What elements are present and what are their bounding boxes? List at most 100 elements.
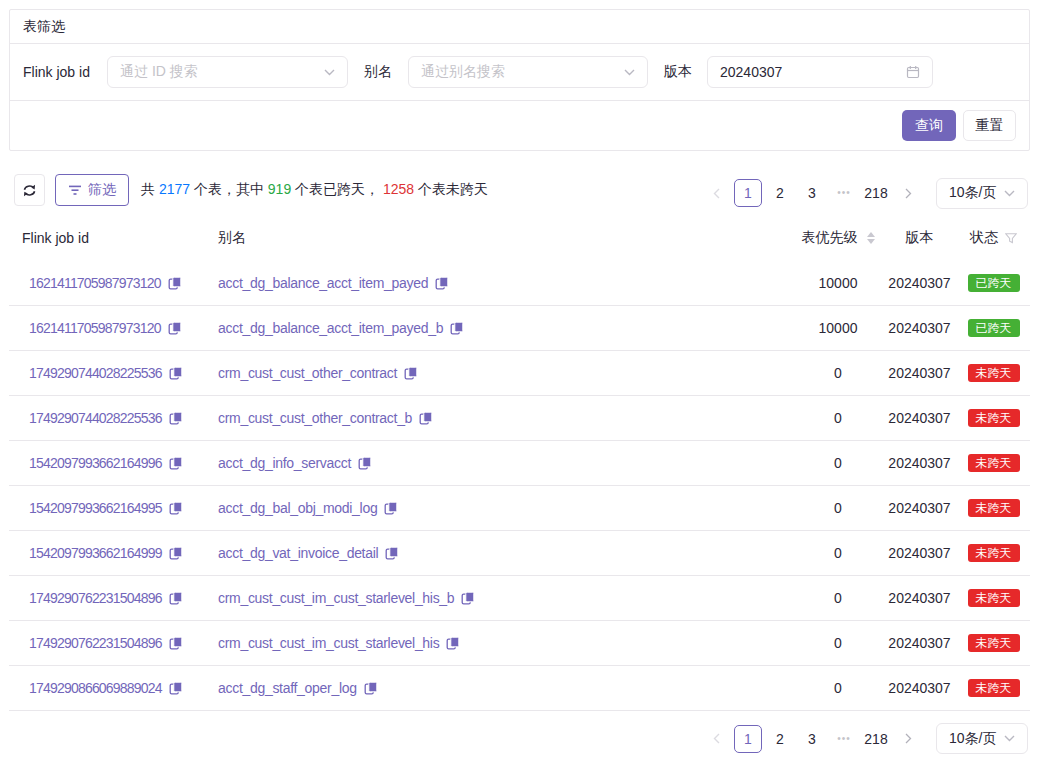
- column-header-alias: 别名: [218, 229, 794, 247]
- copy-icon[interactable]: [435, 276, 449, 290]
- page-button-1[interactable]: 1: [734, 725, 762, 753]
- flink-job-id-link[interactable]: 1749290762231504896: [29, 635, 183, 651]
- table-row: 1621411705987973120 acct_dg_balance_acct…: [9, 306, 1030, 351]
- flink-job-id-link[interactable]: 1542097993662164995: [29, 500, 183, 516]
- version-value: 20240307: [882, 365, 957, 381]
- chevron-down-icon: [324, 69, 335, 76]
- flink-job-id-label: Flink job id: [23, 64, 91, 80]
- page-size-select[interactable]: 10条/页: [936, 723, 1028, 754]
- page-button-last[interactable]: 218: [862, 179, 890, 207]
- copy-icon[interactable]: [169, 636, 183, 650]
- status-badge: 未跨天: [968, 454, 1020, 472]
- chevron-down-icon: [1004, 735, 1015, 742]
- alias-link[interactable]: crm_cust_cust_other_contract_b: [218, 410, 433, 426]
- filter-funnel-icon[interactable]: [1005, 233, 1017, 244]
- alias-label: 别名: [364, 63, 392, 81]
- page-button-2[interactable]: 2: [766, 179, 794, 207]
- next-page-button[interactable]: [894, 179, 922, 207]
- flink-job-id-link[interactable]: 1542097993662164999: [29, 545, 183, 561]
- status-badge: 未跨天: [968, 634, 1020, 652]
- copy-icon[interactable]: [169, 456, 183, 470]
- table-row: 1749290762231504896 crm_cust_cust_im_cus…: [9, 621, 1030, 666]
- page-size-select[interactable]: 10条/页: [936, 178, 1028, 209]
- status-badge: 已跨天: [968, 319, 1020, 337]
- alias-link[interactable]: acct_dg_vat_invoice_detail: [218, 545, 399, 561]
- alias-link[interactable]: acct_dg_bal_obj_modi_log: [218, 500, 398, 516]
- alias-link[interactable]: acct_dg_balance_acct_item_payed_b: [218, 320, 464, 336]
- flink-job-id-link[interactable]: 1749290744028225536: [29, 365, 183, 381]
- next-page-button[interactable]: [894, 725, 922, 753]
- copy-icon[interactable]: [169, 591, 183, 605]
- filter-button[interactable]: 筛选: [55, 174, 129, 206]
- copy-icon[interactable]: [168, 276, 182, 290]
- copy-icon[interactable]: [419, 411, 433, 425]
- refresh-button[interactable]: [14, 174, 45, 206]
- page-button-3[interactable]: 3: [798, 179, 826, 207]
- pagination-bottom: 1 2 3 ••• 218 10条/页: [9, 723, 1028, 754]
- alias-link[interactable]: crm_cust_cust_im_cust_starlevel_his: [218, 635, 460, 651]
- copy-icon[interactable]: [169, 501, 183, 515]
- column-header-status[interactable]: 状态: [957, 229, 1030, 247]
- alias-select[interactable]: 通过别名搜索: [408, 56, 648, 88]
- not-crossed-count: 1258: [383, 181, 414, 197]
- chevron-left-icon: [713, 733, 720, 744]
- copy-icon[interactable]: [404, 366, 418, 380]
- version-value: 20240307: [882, 545, 957, 561]
- copy-icon[interactable]: [461, 591, 475, 605]
- alias-link[interactable]: acct_dg_info_servacct: [218, 455, 372, 471]
- flink-job-id-link[interactable]: 1749290744028225536: [29, 410, 183, 426]
- version-date-input[interactable]: 20240307: [707, 56, 933, 88]
- prev-page-button[interactable]: [702, 725, 730, 753]
- copy-icon[interactable]: [385, 546, 399, 560]
- page-button-3[interactable]: 3: [798, 725, 826, 753]
- status-badge: 已跨天: [968, 274, 1020, 292]
- priority-value: 0: [794, 500, 882, 516]
- copy-icon[interactable]: [169, 366, 183, 380]
- copy-icon[interactable]: [446, 636, 460, 650]
- priority-value: 0: [794, 545, 882, 561]
- search-button[interactable]: 查询: [902, 110, 956, 141]
- flink-job-id-link[interactable]: 1621411705987973120: [29, 275, 182, 291]
- filter-card: 表筛选 Flink job id 通过 ID 搜索 别名 通过别名搜索 版本 2…: [9, 9, 1030, 151]
- prev-page-button[interactable]: [702, 179, 730, 207]
- priority-value: 0: [794, 455, 882, 471]
- table-header: Flink job id 别名 表优先级 版本 状态: [9, 215, 1030, 261]
- page-button-1[interactable]: 1: [734, 179, 762, 207]
- copy-icon[interactable]: [169, 411, 183, 425]
- reset-button[interactable]: 重置: [963, 110, 1016, 141]
- copy-icon[interactable]: [169, 681, 183, 695]
- copy-icon[interactable]: [364, 681, 378, 695]
- alias-link[interactable]: crm_cust_cust_im_cust_starlevel_his_b: [218, 590, 475, 606]
- page-ellipsis[interactable]: •••: [830, 725, 858, 753]
- filter-actions: 查询 重置: [10, 101, 1029, 150]
- copy-icon[interactable]: [168, 321, 182, 335]
- column-header-flink-job-id: Flink job id: [9, 230, 218, 246]
- alias-link[interactable]: crm_cust_cust_other_contract: [218, 365, 418, 381]
- refresh-icon: [22, 183, 37, 198]
- priority-value: 10000: [794, 275, 882, 291]
- alias-link[interactable]: acct_dg_staff_oper_log: [218, 680, 378, 696]
- page-button-2[interactable]: 2: [766, 725, 794, 753]
- table-row: 1749290744028225536 crm_cust_cust_other_…: [9, 396, 1030, 441]
- copy-icon[interactable]: [169, 546, 183, 560]
- version-value: 20240307: [882, 410, 957, 426]
- alias-link[interactable]: acct_dg_balance_acct_item_payed: [218, 275, 449, 291]
- table-row: 1542097993662164999 acct_dg_vat_invoice_…: [9, 531, 1030, 576]
- filter-button-label: 筛选: [88, 181, 116, 199]
- priority-value: 0: [794, 680, 882, 696]
- column-header-priority[interactable]: 表优先级: [794, 229, 882, 247]
- flink-job-id-link[interactable]: 1749290866069889024: [29, 680, 183, 696]
- flink-job-id-link[interactable]: 1542097993662164996: [29, 455, 183, 471]
- version-value: 20240307: [882, 275, 957, 291]
- page-ellipsis[interactable]: •••: [830, 179, 858, 207]
- copy-icon[interactable]: [358, 456, 372, 470]
- sort-icon[interactable]: [867, 232, 875, 244]
- chevron-left-icon: [713, 188, 720, 199]
- copy-icon[interactable]: [384, 501, 398, 515]
- flink-job-id-select[interactable]: 通过 ID 搜索: [107, 56, 348, 88]
- flink-job-id-link[interactable]: 1749290762231504896: [29, 590, 183, 606]
- flink-job-id-link[interactable]: 1621411705987973120: [29, 320, 182, 336]
- copy-icon[interactable]: [450, 321, 464, 335]
- page-button-last[interactable]: 218: [862, 725, 890, 753]
- version-value: 20240307: [882, 320, 957, 336]
